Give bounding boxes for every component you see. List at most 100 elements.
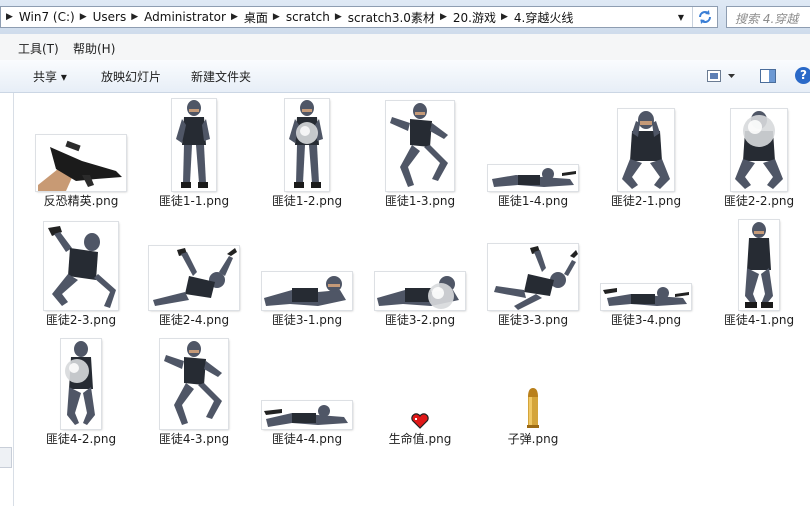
share-button[interactable]: 共享 ▾: [33, 68, 67, 85]
file-list: 反恐精英.png 匪徒1-1.png 匪徒1-2.png 匪徒1-3.png 匪…: [14, 93, 810, 506]
preview-pane-icon[interactable]: [760, 69, 776, 86]
terrorist-lying-icon: [262, 401, 352, 429]
nav-pane-scroll-button[interactable]: [0, 447, 12, 468]
bullet-icon: [527, 388, 539, 428]
heart-icon: [411, 413, 429, 429]
file-item[interactable]: 匪徒4-4.png: [252, 333, 362, 449]
file-thumbnail: [252, 272, 362, 310]
file-name[interactable]: 匪徒4-1.png: [704, 311, 810, 328]
terrorist-standing-shield-icon: [285, 99, 329, 191]
file-thumbnail: [26, 222, 136, 310]
slideshow-button[interactable]: 放映幻灯片: [101, 68, 161, 85]
file-thumbnail: [252, 401, 362, 429]
breadcrumb-scratch-assets[interactable]: scratch3.0素材: [348, 9, 435, 26]
breadcrumb-desktop[interactable]: 桌面: [244, 9, 268, 26]
file-item[interactable]: 匪徒1-4.png: [478, 95, 588, 211]
file-item[interactable]: 匪徒3-2.png: [365, 214, 475, 330]
terrorist-crouching-icon: [618, 109, 674, 191]
file-thumbnail: [26, 135, 136, 191]
file-item[interactable]: 匪徒1-1.png: [139, 95, 249, 211]
crumb-chevron-icon[interactable]: ▶: [131, 12, 138, 22]
crumb-chevron-icon[interactable]: ▶: [335, 12, 342, 22]
file-name[interactable]: 匪徒1-1.png: [139, 192, 249, 209]
file-item[interactable]: 匪徒3-1.png: [252, 214, 362, 330]
crumb-chevron-icon[interactable]: ▶: [501, 12, 508, 22]
file-name[interactable]: 匪徒4-3.png: [139, 430, 249, 447]
file-item[interactable]: 生命值.png: [365, 333, 475, 449]
file-name[interactable]: 匪徒4-4.png: [252, 430, 362, 447]
file-item[interactable]: 匪徒2-2.png: [704, 95, 810, 211]
file-thumbnail: [478, 387, 588, 429]
terrorist-standing-icon: [172, 99, 216, 191]
file-item[interactable]: 匪徒2-4.png: [139, 214, 249, 330]
file-item[interactable]: 匪徒3-4.png: [591, 214, 701, 330]
file-item[interactable]: 匪徒1-3.png: [365, 95, 475, 211]
breadcrumb-drive[interactable]: Win7 (C:): [19, 10, 75, 24]
file-thumbnail: [478, 244, 588, 310]
menu-tools[interactable]: 工具(T): [18, 40, 59, 57]
file-name[interactable]: 生命值.png: [365, 430, 475, 447]
search-input[interactable]: 搜索 4.穿越: [726, 6, 810, 28]
file-thumbnail: [365, 101, 475, 191]
crumb-chevron-icon[interactable]: ▶: [231, 12, 238, 22]
crumb-chevron-icon[interactable]: ▶: [6, 12, 13, 22]
breadcrumb-administrator[interactable]: Administrator: [144, 10, 226, 24]
file-name[interactable]: 反恐精英.png: [26, 192, 136, 209]
file-name[interactable]: 匪徒3-4.png: [591, 311, 701, 328]
terrorist-kneeling-shield-icon: [61, 339, 101, 429]
help-icon[interactable]: ?: [795, 67, 810, 84]
file-name[interactable]: 匪徒2-4.png: [139, 311, 249, 328]
terrorist-falling-icon: [44, 222, 118, 310]
file-thumbnail: [591, 109, 701, 191]
address-bar-area: ▶ Win7 (C:) ▶ Users ▶ Administrator ▶ 桌面…: [0, 0, 810, 34]
command-bar: 共享 ▾ 放映幻灯片 新建文件夹 ?: [0, 60, 810, 93]
file-thumbnail: [704, 220, 810, 310]
file-thumbnail: [139, 99, 249, 191]
file-item[interactable]: 匪徒2-1.png: [591, 95, 701, 211]
menu-bar: 工具(T) 帮助(H): [0, 34, 810, 61]
rifle-icon: [36, 135, 126, 191]
terrorist-sprawling-icon: [488, 244, 578, 310]
crumb-chevron-icon[interactable]: ▶: [273, 12, 280, 22]
file-thumbnail: [365, 272, 475, 310]
file-name[interactable]: 匪徒3-1.png: [252, 311, 362, 328]
breadcrumb-users[interactable]: Users: [93, 10, 127, 24]
file-name[interactable]: 匪徒1-2.png: [252, 192, 362, 209]
file-name[interactable]: 子弹.png: [478, 430, 588, 447]
terrorist-lying-icon: [601, 284, 691, 310]
file-name[interactable]: 匪徒2-2.png: [704, 192, 810, 209]
file-name[interactable]: 匪徒4-2.png: [26, 430, 136, 447]
address-bar[interactable]: ▶ Win7 (C:) ▶ Users ▶ Administrator ▶ 桌面…: [0, 6, 718, 28]
terrorist-leaping-icon: [160, 339, 228, 429]
file-name[interactable]: 匪徒2-3.png: [26, 311, 136, 328]
file-item[interactable]: 匪徒2-3.png: [26, 214, 136, 330]
file-name[interactable]: 匪徒1-3.png: [365, 192, 475, 209]
breadcrumb-crossfire[interactable]: 4.穿越火线: [514, 9, 573, 26]
navigation-pane[interactable]: [0, 93, 14, 506]
file-name[interactable]: 匪徒2-1.png: [591, 192, 701, 209]
file-item[interactable]: 匪徒4-1.png: [704, 214, 810, 330]
file-name[interactable]: 匪徒3-3.png: [478, 311, 588, 328]
terrorist-lying-icon: [488, 165, 578, 191]
new-folder-button[interactable]: 新建文件夹: [191, 68, 251, 85]
file-name[interactable]: 匪徒1-4.png: [478, 192, 588, 209]
file-thumbnail: [139, 246, 249, 310]
breadcrumb-games[interactable]: 20.游戏: [453, 9, 496, 26]
file-item[interactable]: 匪徒4-2.png: [26, 333, 136, 449]
file-thumbnail: [591, 284, 701, 310]
refresh-icon[interactable]: [692, 7, 717, 27]
file-name[interactable]: 匪徒3-2.png: [365, 311, 475, 328]
file-item[interactable]: 匪徒3-3.png: [478, 214, 588, 330]
breadcrumb-scratch[interactable]: scratch: [286, 10, 330, 24]
file-item[interactable]: 匪徒1-2.png: [252, 95, 362, 211]
address-dropdown-icon[interactable]: ▼: [673, 7, 689, 27]
crumb-chevron-icon[interactable]: ▶: [440, 12, 447, 22]
terrorist-prone-shield-icon: [375, 272, 465, 310]
crumb-chevron-icon[interactable]: ▶: [80, 12, 87, 22]
file-item[interactable]: 匪徒4-3.png: [139, 333, 249, 449]
view-options-icon[interactable]: [707, 70, 735, 86]
file-item[interactable]: 反恐精英.png: [26, 95, 136, 211]
terrorist-crouching-shield-icon: [731, 109, 787, 191]
file-item[interactable]: 子弹.png: [478, 333, 588, 449]
menu-help[interactable]: 帮助(H): [73, 40, 115, 57]
